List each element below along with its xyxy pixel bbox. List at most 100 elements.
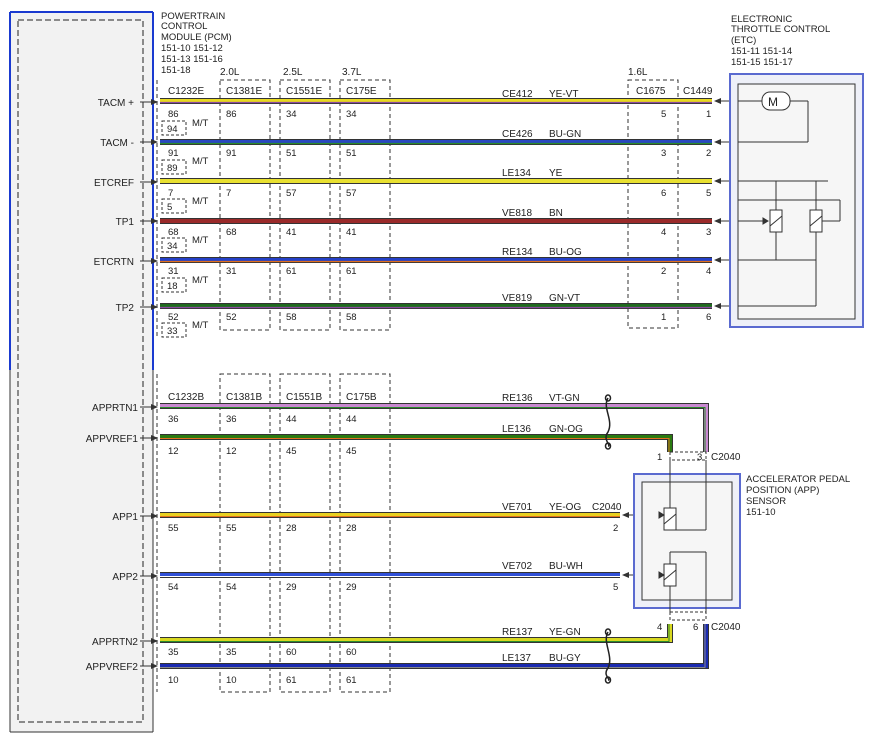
pin-number: 41 xyxy=(286,227,297,238)
pin-number: 61 xyxy=(346,675,357,686)
connector-label: C2040 xyxy=(711,452,741,463)
pin-number: 58 xyxy=(346,312,357,323)
pcm-signal-label: TP2 xyxy=(116,303,135,314)
pcm-signal-label: APPVREF2 xyxy=(86,662,139,673)
pin-number: 4 xyxy=(657,622,662,633)
app-sensor-title: ACCELERATOR PEDAL POSITION (APP) SENSOR … xyxy=(746,474,850,518)
mt-pin: 18 xyxy=(167,281,178,292)
wire-color-code: GN-VT xyxy=(549,293,580,304)
etc-title-line: THROTTLE CONTROL xyxy=(731,24,830,35)
variant-label: 3.7L xyxy=(342,67,362,78)
pin-number: 51 xyxy=(346,148,357,159)
motor-label: M xyxy=(768,95,778,109)
mt-label: M/T xyxy=(192,196,209,207)
circuit-row: APP1 55 55 28 28 VE701 YE-OG C2040 2 xyxy=(112,502,660,534)
pin-number: 55 xyxy=(168,523,179,534)
pcm-title-line: 151-13 151-16 xyxy=(161,54,223,65)
pin-number: 28 xyxy=(286,523,297,534)
pcm-module xyxy=(9,11,154,733)
wire-color-code: BN xyxy=(549,208,563,219)
pin-number: 2 xyxy=(661,266,666,277)
pin-number: 45 xyxy=(286,446,297,457)
connector-label: C1381E xyxy=(226,86,262,97)
pin-number: 12 xyxy=(226,446,237,457)
wire-color-code: BU-OG xyxy=(549,247,582,258)
wire-color-code: BU-WH xyxy=(549,561,583,572)
pin-number: 5 xyxy=(706,188,711,199)
etc-title: ELECTRONIC THROTTLE CONTROL (ETC) 151-11… xyxy=(731,14,830,68)
app-title-line: ACCELERATOR PEDAL xyxy=(746,474,850,485)
pin-number: 6 xyxy=(693,622,698,633)
pin-number: 57 xyxy=(286,188,297,199)
app-title-line: 151-10 xyxy=(746,507,776,518)
pin-number: 36 xyxy=(226,414,237,425)
pin-number: 1 xyxy=(706,109,711,120)
pin-number: 52 xyxy=(168,312,179,323)
circuit-id: VE702 xyxy=(502,561,532,572)
etc-title-line: (ETC) xyxy=(731,35,756,46)
connector-label: C1551E xyxy=(286,86,322,97)
pin-number: 34 xyxy=(346,109,357,120)
mt-pin: 94 xyxy=(167,124,178,135)
circuit-id: LE136 xyxy=(502,424,531,435)
pin-number: 60 xyxy=(346,647,357,658)
connector-label: C175B xyxy=(346,392,377,403)
pin-number: 3 xyxy=(697,452,702,463)
pin-number: 91 xyxy=(226,148,237,159)
connector-label: C2040 xyxy=(711,622,741,633)
connector-label: C1381B xyxy=(226,392,262,403)
pin-number: 35 xyxy=(226,647,237,658)
circuit-id: RE136 xyxy=(502,393,533,404)
connector-label: C1551B xyxy=(286,392,322,403)
circuit-row: APPRTN1 36 36 44 44 RE136 VT-GN 3 xyxy=(92,393,709,463)
pin-number: 3 xyxy=(661,148,666,159)
circuit-id: CE412 xyxy=(502,89,533,100)
pin-number: 44 xyxy=(346,414,357,425)
circuit-id: RE137 xyxy=(502,627,533,638)
app-circuits: APPRTN1 36 36 44 44 RE136 VT-GN 3 APPVRE… xyxy=(86,393,709,686)
circuit-id: LE137 xyxy=(502,653,531,664)
pin-number: 10 xyxy=(226,675,237,686)
variant-label: 2.0L xyxy=(220,67,240,78)
pin-number: 5 xyxy=(661,109,666,120)
pin-number: 52 xyxy=(226,312,237,323)
pcm-title-line: 151-10 151-12 xyxy=(161,43,223,54)
pin-number: 34 xyxy=(286,109,297,120)
circuit-id: RE134 xyxy=(502,247,533,258)
wire-color-code: BU-GY xyxy=(549,653,581,664)
pin-number: 31 xyxy=(226,266,237,277)
mt-label: M/T xyxy=(192,156,209,167)
wire-color-code: YE-OG xyxy=(549,502,581,513)
pin-number: 4 xyxy=(661,227,666,238)
pin-number: 5 xyxy=(613,582,618,593)
app-title-line: SENSOR xyxy=(746,496,786,507)
pin-number: 36 xyxy=(168,414,179,425)
pcm-signal-label: TACM - xyxy=(100,138,134,149)
connector-label: C1232E xyxy=(168,86,204,97)
pin-number: 10 xyxy=(168,675,179,686)
circuit-row: ETCREF 7 7 57 57 LE134 YE 6 5 5 M/T xyxy=(94,168,738,214)
pin-number: 2 xyxy=(613,523,618,534)
connector-label: C175E xyxy=(346,86,377,97)
connector-label: C2040 xyxy=(592,502,622,513)
pin-number: 54 xyxy=(168,582,179,593)
circuit-row: ETCRTN 31 31 61 61 RE134 BU-OG 2 4 18 M/… xyxy=(94,247,738,293)
circuit-id: VE818 xyxy=(502,208,532,219)
etc-module: M xyxy=(729,73,864,328)
pcm-signal-label: ETCRTN xyxy=(94,257,134,268)
pcm-signal-label: TP1 xyxy=(116,217,135,228)
etc-title-line: 151-15 151-17 xyxy=(731,57,793,68)
wire-color-code: YE xyxy=(549,168,563,179)
pin-number: 86 xyxy=(168,109,179,120)
pin-number: 68 xyxy=(226,227,237,238)
pin-number: 51 xyxy=(286,148,297,159)
pin-number: 61 xyxy=(286,266,297,277)
circuit-id: CE426 xyxy=(502,129,533,140)
pin-number: 7 xyxy=(168,188,173,199)
variant-label: 2.5L xyxy=(283,67,303,78)
connector-label: C1449 xyxy=(683,86,713,97)
pin-number: 1 xyxy=(661,312,666,323)
mt-label: M/T xyxy=(192,275,209,286)
pin-number: 41 xyxy=(346,227,357,238)
mt-label: M/T xyxy=(192,320,209,331)
